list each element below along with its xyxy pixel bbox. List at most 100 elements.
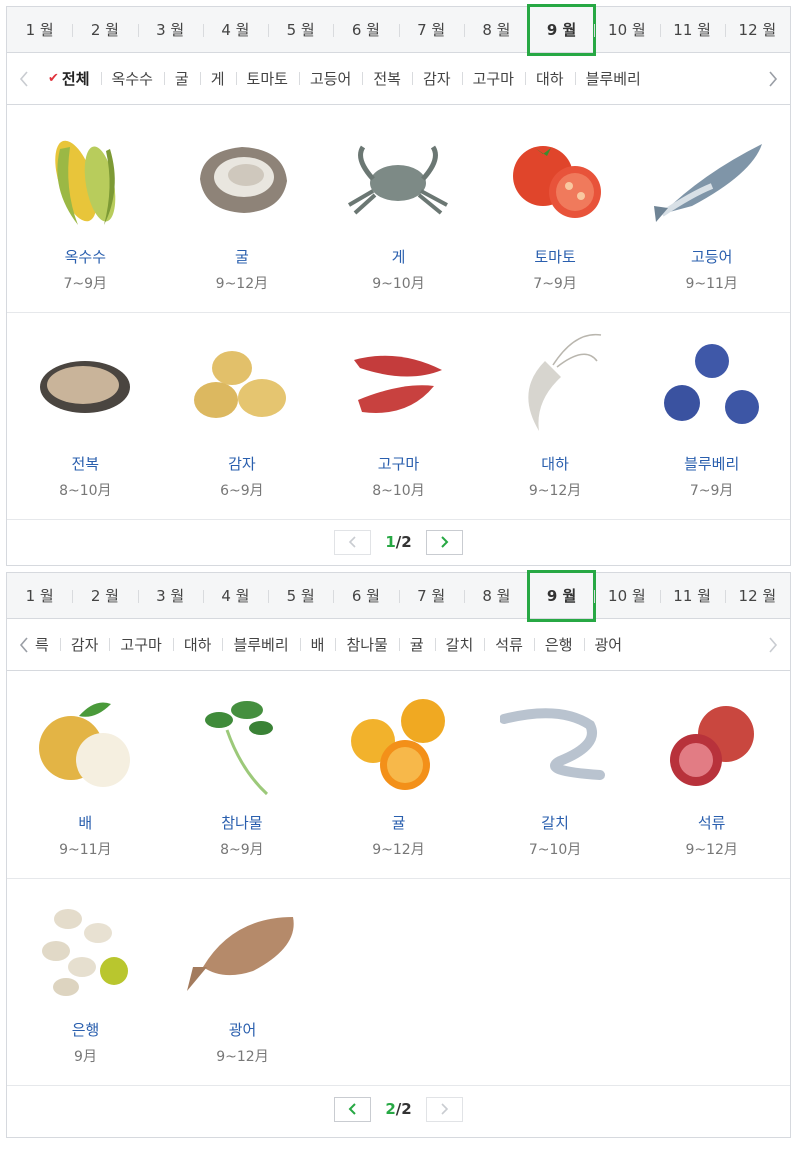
tab-month-7[interactable]: 7 월	[398, 7, 464, 53]
seasonal-food-panel-page-2: 1 월 2 월 3 월 4 월 5 월 6 월 7 월 8 월 9 월 10 월…	[6, 569, 791, 1138]
food-item-hairtail[interactable]: 갈치 7~10月	[477, 672, 634, 878]
tab-month-4[interactable]: 4 월	[202, 7, 268, 53]
tab-month-10[interactable]: 10 월	[594, 573, 659, 619]
food-item-shrimp[interactable]: 대하 9~12月	[477, 313, 634, 519]
food-item-pear[interactable]: 배 9~11月	[7, 672, 164, 878]
food-tab[interactable]: 굴	[163, 68, 200, 89]
food-tab[interactable]: 전복	[362, 68, 412, 89]
food-tab[interactable]: 고등어	[298, 68, 362, 89]
food-tab[interactable]: 감자	[59, 634, 110, 655]
tab-month-1[interactable]: 1 월	[7, 7, 72, 53]
tab-month-3[interactable]: 3 월	[137, 573, 203, 619]
food-tab[interactable]: 대하	[524, 68, 575, 89]
tomato-icon	[513, 146, 602, 218]
food-row: 옥수수 7~9月 굴 9~12月 게 9~10月 토마토 7~9月 고등어 9~…	[7, 106, 790, 313]
food-tabs: ✔ 전체 옥수수 굴 게 토마토 고등어 전복 감자 고구마 대하 블루베리	[7, 53, 790, 105]
tab-month-1[interactable]: 1 월	[7, 573, 72, 619]
food-tab[interactable]: 고구마	[109, 634, 172, 655]
potato-icon	[193, 351, 286, 418]
food-name: 배	[78, 814, 93, 832]
chevron-left-icon	[19, 71, 28, 87]
next-foods-button[interactable]	[762, 633, 784, 657]
tab-month-2[interactable]: 2 월	[72, 7, 137, 53]
food-season: 9月	[74, 1049, 97, 1065]
food-item-mackerel[interactable]: 고등어 9~11月	[633, 106, 790, 312]
tab-month-9-selected[interactable]: 9 월	[526, 3, 597, 56]
food-tab[interactable]: 배	[299, 634, 336, 655]
tab-month-7[interactable]: 7 월	[398, 573, 464, 619]
next-page-button[interactable]	[425, 529, 463, 555]
month-tabs: 1 월 2 월 3 월 4 월 5 월 6 월 7 월 8 월 9 월 10 월…	[7, 3, 790, 56]
food-tab[interactable]: 게	[199, 68, 236, 89]
food-tab[interactable]: 대하	[172, 634, 223, 655]
food-tab-partial[interactable]: 륵	[31, 634, 60, 655]
food-grid: 옥수수 7~9月 굴 9~12月 게 9~10月 토마토 7~9月 고등어 9~…	[7, 106, 790, 520]
food-item-ginkgo[interactable]: 은행 9月	[7, 879, 164, 1085]
food-tab[interactable]: 블루베리	[222, 634, 299, 655]
tab-month-2[interactable]: 2 월	[72, 573, 137, 619]
tab-month-6[interactable]: 6 월	[333, 7, 398, 53]
food-grid: 배 9~11月 참나물 8~9月 귤 9~12月 갈치 7~10月 석류 9~1…	[7, 672, 790, 1086]
tab-month-12[interactable]: 12 월	[724, 7, 790, 53]
food-tab[interactable]: 블루베리	[574, 68, 652, 89]
food-season: 6~9月	[220, 483, 264, 499]
food-item-blueberry[interactable]: 블루베리 7~9月	[633, 313, 790, 519]
food-name: 고등어	[690, 248, 733, 266]
food-item-pomegranate[interactable]: 석류 9~12月	[633, 672, 790, 878]
food-name: 귤	[391, 814, 406, 832]
food-tab[interactable]: 갈치	[434, 634, 485, 655]
tab-month-8[interactable]: 8 월	[463, 7, 529, 53]
next-page-button[interactable]	[425, 1096, 463, 1122]
prev-foods-button[interactable]	[13, 67, 35, 91]
food-item-tomato[interactable]: 토마토 7~9月	[477, 106, 634, 312]
food-item-sweet-potato[interactable]: 고구마 8~10月	[320, 313, 477, 519]
food-item-oyster[interactable]: 굴 9~12月	[164, 106, 321, 312]
prev-page-button[interactable]	[334, 1096, 372, 1122]
flatfish-icon	[186, 917, 294, 991]
food-item-abalone[interactable]: 전복 8~10月	[7, 313, 164, 519]
shrimp-icon	[528, 333, 602, 431]
food-tab[interactable]: 감자	[411, 68, 462, 89]
food-tab[interactable]: 고구마	[461, 68, 525, 89]
food-tab[interactable]: 석류	[484, 634, 534, 655]
food-season: 9~12月	[372, 842, 425, 858]
food-tab[interactable]: 토마토	[235, 68, 299, 89]
food-item-chamnamul[interactable]: 참나물 8~9月	[164, 672, 321, 878]
food-item-crab[interactable]: 게 9~10月	[320, 106, 477, 312]
chevron-right-icon	[441, 1103, 448, 1115]
tab-month-12[interactable]: 12 월	[724, 573, 790, 619]
food-item-flatfish[interactable]: 광어 9~12月	[164, 879, 321, 1085]
tab-month-5[interactable]: 5 월	[268, 573, 333, 619]
page-indicator: 2/2	[385, 1100, 412, 1118]
pear-icon	[39, 702, 131, 787]
tab-month-8[interactable]: 8 월	[463, 573, 529, 619]
tab-month-10[interactable]: 10 월	[594, 7, 659, 53]
food-name: 굴	[234, 248, 249, 266]
next-foods-button[interactable]	[762, 67, 784, 91]
food-tab[interactable]: 은행	[533, 634, 584, 655]
tab-month-5[interactable]: 5 월	[268, 7, 333, 53]
prev-page-button[interactable]	[334, 529, 372, 555]
food-item-corn[interactable]: 옥수수 7~9月	[7, 106, 164, 312]
tab-month-3[interactable]: 3 월	[137, 7, 203, 53]
food-row: 은행 9月 광어 9~12月	[7, 879, 790, 1086]
food-item-potato[interactable]: 감자 6~9月	[164, 313, 321, 519]
tab-month-11[interactable]: 11 월	[659, 7, 725, 53]
hairtail-icon	[500, 708, 606, 780]
tab-month-6[interactable]: 6 월	[333, 573, 398, 619]
tab-month-11[interactable]: 11 월	[659, 573, 725, 619]
food-item-tangerine[interactable]: 귤 9~12月	[320, 672, 477, 878]
food-tab[interactable]: 옥수수	[100, 68, 164, 89]
food-tab[interactable]: 광어	[583, 634, 634, 655]
food-tab[interactable]: 귤	[398, 634, 435, 655]
pagination: 1/2	[7, 518, 790, 566]
food-name: 참나물	[221, 814, 263, 832]
food-season: 7~9月	[533, 276, 577, 292]
food-tab[interactable]: 참나물	[335, 634, 398, 655]
tab-month-9-selected[interactable]: 9 월	[526, 569, 597, 622]
food-name: 게	[391, 248, 406, 266]
food-tab-all[interactable]: ✔ 전체	[37, 68, 101, 89]
pagination: 2/2	[7, 1085, 790, 1133]
chevron-left-icon	[19, 637, 28, 653]
tab-month-4[interactable]: 4 월	[202, 573, 268, 619]
